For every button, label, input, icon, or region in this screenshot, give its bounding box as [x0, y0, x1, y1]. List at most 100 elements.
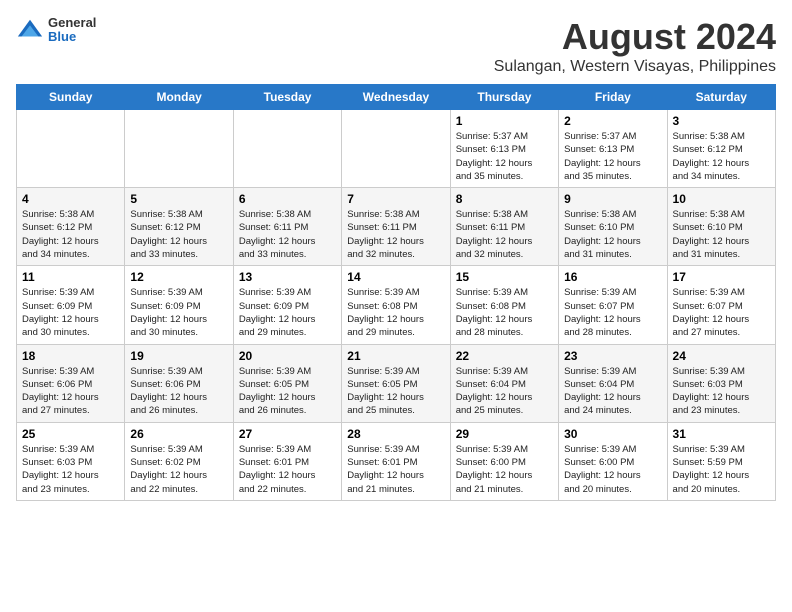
- subtitle: Sulangan, Western Visayas, Philippines: [494, 58, 776, 76]
- day-info: Sunrise: 5:39 AM Sunset: 6:09 PM Dayligh…: [239, 286, 336, 339]
- day-info: Sunrise: 5:39 AM Sunset: 6:04 PM Dayligh…: [456, 365, 553, 418]
- day-number: 3: [673, 114, 770, 128]
- calendar-cell: 16 Sunrise: 5:39 AM Sunset: 6:07 PM Dayli…: [559, 266, 667, 344]
- day-number: 16: [564, 270, 661, 284]
- day-info: Sunrise: 5:39 AM Sunset: 6:06 PM Dayligh…: [130, 365, 227, 418]
- day-number: 30: [564, 427, 661, 441]
- calendar-cell: 14 Sunrise: 5:39 AM Sunset: 6:08 PM Dayli…: [342, 266, 450, 344]
- day-number: 31: [673, 427, 770, 441]
- calendar-cell: 4 Sunrise: 5:38 AM Sunset: 6:12 PM Daylig…: [17, 188, 125, 266]
- day-info: Sunrise: 5:38 AM Sunset: 6:12 PM Dayligh…: [673, 130, 770, 183]
- calendar-cell: 26Sunrise: 5:39 AM Sunset: 6:02 PM Dayli…: [125, 422, 233, 500]
- calendar-cell: 11Sunrise: 5:39 AM Sunset: 6:09 PM Dayli…: [17, 266, 125, 344]
- calendar-cell: 21 Sunrise: 5:39 AM Sunset: 6:05 PM Dayli…: [342, 344, 450, 422]
- calendar-cell: 15 Sunrise: 5:39 AM Sunset: 6:08 PM Dayli…: [450, 266, 558, 344]
- day-info: Sunrise: 5:39 AM Sunset: 6:03 PM Dayligh…: [673, 365, 770, 418]
- weekday-header-thursday: Thursday: [450, 85, 558, 110]
- day-info: Sunrise: 5:39 AM Sunset: 6:07 PM Dayligh…: [564, 286, 661, 339]
- day-info: Sunrise: 5:39 AM Sunset: 6:09 PM Dayligh…: [130, 286, 227, 339]
- day-info: Sunrise: 5:38 AM Sunset: 6:10 PM Dayligh…: [673, 208, 770, 261]
- day-info: Sunrise: 5:38 AM Sunset: 6:11 PM Dayligh…: [239, 208, 336, 261]
- day-number: 14: [347, 270, 444, 284]
- day-number: 22: [456, 349, 553, 363]
- day-number: 1: [456, 114, 553, 128]
- calendar-cell: 8 Sunrise: 5:38 AM Sunset: 6:11 PM Daylig…: [450, 188, 558, 266]
- weekday-header-friday: Friday: [559, 85, 667, 110]
- calendar-cell: [17, 110, 125, 188]
- calendar-cell: 30Sunrise: 5:39 AM Sunset: 6:00 PM Dayli…: [559, 422, 667, 500]
- weekday-header-saturday: Saturday: [667, 85, 775, 110]
- day-info: Sunrise: 5:39 AM Sunset: 6:05 PM Dayligh…: [239, 365, 336, 418]
- calendar-cell: 10 Sunrise: 5:38 AM Sunset: 6:10 PM Dayli…: [667, 188, 775, 266]
- day-info: Sunrise: 5:39 AM Sunset: 5:59 PM Dayligh…: [673, 443, 770, 496]
- day-number: 15: [456, 270, 553, 284]
- day-number: 9: [564, 192, 661, 206]
- calendar-cell: [342, 110, 450, 188]
- day-number: 25: [22, 427, 119, 441]
- calendar-cell: 7 Sunrise: 5:38 AM Sunset: 6:11 PM Daylig…: [342, 188, 450, 266]
- title-block: August 2024 Sulangan, Western Visayas, P…: [494, 16, 776, 76]
- day-info: Sunrise: 5:39 AM Sunset: 6:00 PM Dayligh…: [456, 443, 553, 496]
- day-info: Sunrise: 5:39 AM Sunset: 6:08 PM Dayligh…: [347, 286, 444, 339]
- calendar-cell: 19 Sunrise: 5:39 AM Sunset: 6:06 PM Dayli…: [125, 344, 233, 422]
- calendar-cell: 31 Sunrise: 5:39 AM Sunset: 5:59 PM Dayli…: [667, 422, 775, 500]
- day-number: 8: [456, 192, 553, 206]
- day-info: Sunrise: 5:39 AM Sunset: 6:08 PM Dayligh…: [456, 286, 553, 339]
- weekday-header-monday: Monday: [125, 85, 233, 110]
- weekday-header-wednesday: Wednesday: [342, 85, 450, 110]
- calendar-cell: 20Sunrise: 5:39 AM Sunset: 6:05 PM Dayli…: [233, 344, 341, 422]
- day-info: Sunrise: 5:39 AM Sunset: 6:02 PM Dayligh…: [130, 443, 227, 496]
- calendar-cell: 28Sunrise: 5:39 AM Sunset: 6:01 PM Dayli…: [342, 422, 450, 500]
- day-info: Sunrise: 5:39 AM Sunset: 6:05 PM Dayligh…: [347, 365, 444, 418]
- logo-blue-text: Blue: [48, 30, 96, 44]
- calendar-table: SundayMondayTuesdayWednesdayThursdayFrid…: [16, 84, 776, 501]
- day-info: Sunrise: 5:39 AM Sunset: 6:06 PM Dayligh…: [22, 365, 119, 418]
- day-number: 21: [347, 349, 444, 363]
- calendar-week-5: 25 Sunrise: 5:39 AM Sunset: 6:03 PM Dayli…: [17, 422, 776, 500]
- calendar-week-4: 18 Sunrise: 5:39 AM Sunset: 6:06 PM Dayli…: [17, 344, 776, 422]
- calendar-header: SundayMondayTuesdayWednesdayThursdayFrid…: [17, 85, 776, 110]
- calendar-body: 1 Sunrise: 5:37 AM Sunset: 6:13 PM Daylig…: [17, 110, 776, 501]
- day-number: 29: [456, 427, 553, 441]
- day-info: Sunrise: 5:39 AM Sunset: 6:09 PM Dayligh…: [22, 286, 119, 339]
- calendar-cell: 12Sunrise: 5:39 AM Sunset: 6:09 PM Dayli…: [125, 266, 233, 344]
- day-number: 5: [130, 192, 227, 206]
- calendar-cell: [125, 110, 233, 188]
- calendar-cell: 22 Sunrise: 5:39 AM Sunset: 6:04 PM Dayli…: [450, 344, 558, 422]
- calendar-cell: 5 Sunrise: 5:38 AM Sunset: 6:12 PM Daylig…: [125, 188, 233, 266]
- calendar-cell: 24 Sunrise: 5:39 AM Sunset: 6:03 PM Dayli…: [667, 344, 775, 422]
- day-number: 10: [673, 192, 770, 206]
- day-info: Sunrise: 5:38 AM Sunset: 6:11 PM Dayligh…: [347, 208, 444, 261]
- calendar-cell: 13 Sunrise: 5:39 AM Sunset: 6:09 PM Dayli…: [233, 266, 341, 344]
- calendar-cell: 9 Sunrise: 5:38 AM Sunset: 6:10 PM Daylig…: [559, 188, 667, 266]
- day-number: 23: [564, 349, 661, 363]
- day-info: Sunrise: 5:37 AM Sunset: 6:13 PM Dayligh…: [564, 130, 661, 183]
- day-number: 13: [239, 270, 336, 284]
- day-number: 27: [239, 427, 336, 441]
- day-info: Sunrise: 5:39 AM Sunset: 6:07 PM Dayligh…: [673, 286, 770, 339]
- day-number: 17: [673, 270, 770, 284]
- main-title: August 2024: [494, 16, 776, 58]
- day-number: 18: [22, 349, 119, 363]
- logo-general-text: General: [48, 16, 96, 30]
- day-number: 2: [564, 114, 661, 128]
- day-number: 6: [239, 192, 336, 206]
- day-info: Sunrise: 5:39 AM Sunset: 6:04 PM Dayligh…: [564, 365, 661, 418]
- day-number: 4: [22, 192, 119, 206]
- day-number: 24: [673, 349, 770, 363]
- weekday-header-sunday: Sunday: [17, 85, 125, 110]
- day-number: 28: [347, 427, 444, 441]
- calendar-week-3: 11Sunrise: 5:39 AM Sunset: 6:09 PM Dayli…: [17, 266, 776, 344]
- calendar-cell: 23 Sunrise: 5:39 AM Sunset: 6:04 PM Dayli…: [559, 344, 667, 422]
- header: General Blue August 2024 Sulangan, Weste…: [16, 16, 776, 76]
- day-number: 7: [347, 192, 444, 206]
- day-info: Sunrise: 5:38 AM Sunset: 6:11 PM Dayligh…: [456, 208, 553, 261]
- day-info: Sunrise: 5:38 AM Sunset: 6:12 PM Dayligh…: [22, 208, 119, 261]
- calendar-cell: 18 Sunrise: 5:39 AM Sunset: 6:06 PM Dayli…: [17, 344, 125, 422]
- day-number: 19: [130, 349, 227, 363]
- day-info: Sunrise: 5:38 AM Sunset: 6:12 PM Dayligh…: [130, 208, 227, 261]
- calendar-cell: 3 Sunrise: 5:38 AM Sunset: 6:12 PM Daylig…: [667, 110, 775, 188]
- day-info: Sunrise: 5:39 AM Sunset: 6:03 PM Dayligh…: [22, 443, 119, 496]
- day-info: Sunrise: 5:38 AM Sunset: 6:10 PM Dayligh…: [564, 208, 661, 261]
- calendar-week-2: 4 Sunrise: 5:38 AM Sunset: 6:12 PM Daylig…: [17, 188, 776, 266]
